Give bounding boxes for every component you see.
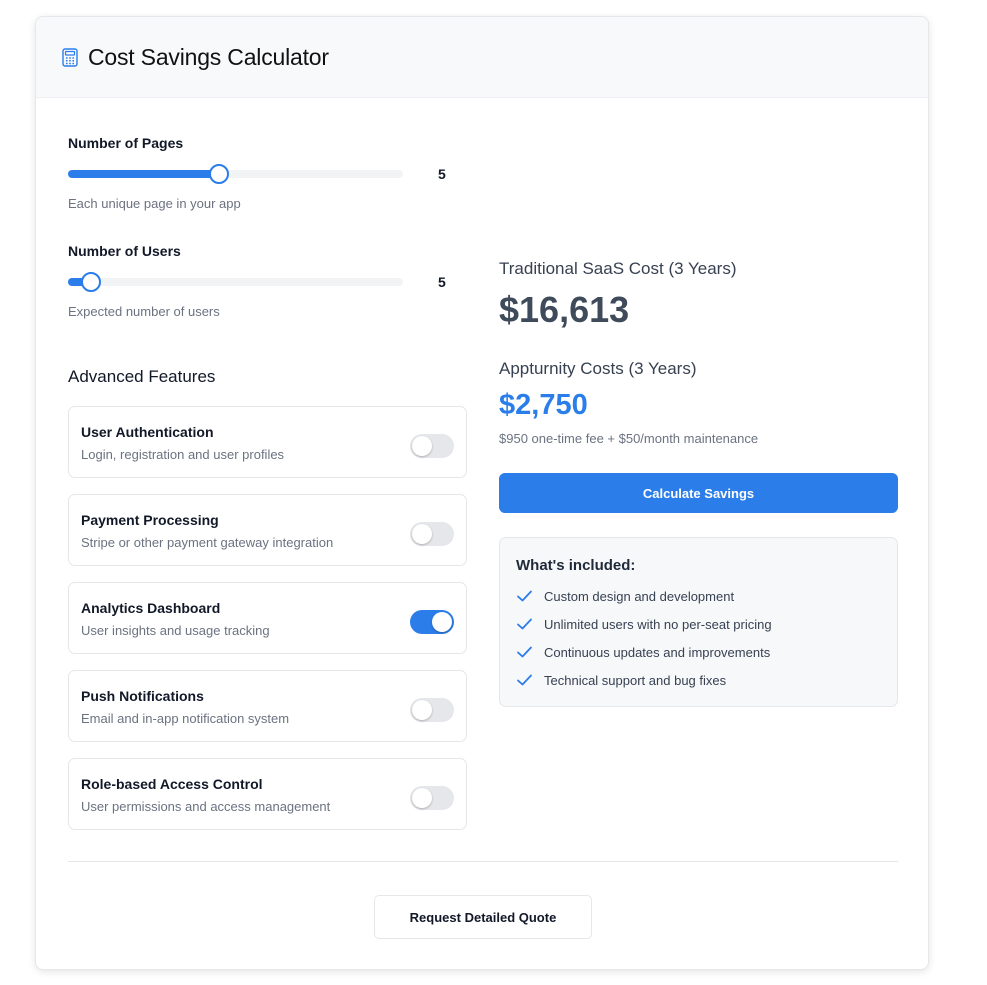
users-slider-thumb[interactable] (81, 272, 102, 292)
feature-description: Stripe or other payment gateway integrat… (81, 535, 334, 550)
feature-analytics-dashboard: Analytics Dashboard User insights and us… (68, 582, 467, 654)
included-title: What's included: (516, 557, 636, 574)
role-based-access-control-toggle[interactable] (410, 786, 454, 810)
included-item-text: Continuous updates and improvements (544, 644, 771, 660)
included-item-text: Technical support and bug fixes (544, 672, 727, 688)
feature-name: Push Notifications (81, 688, 204, 704)
users-slider-label: Number of Users (68, 243, 181, 259)
toggle-knob (412, 700, 432, 720)
feature-description: Email and in-app notification system (81, 711, 290, 726)
feature-push-notifications: Push Notifications Email and in-app noti… (68, 670, 467, 742)
payment-processing-toggle[interactable] (410, 522, 454, 546)
users-slider-value: 5 (438, 274, 446, 290)
pages-slider-value: 5 (438, 166, 446, 182)
push-notifications-toggle[interactable] (410, 698, 454, 722)
traditional-cost-value: $16,613 (499, 289, 630, 330)
calculator-icon (62, 48, 78, 67)
feature-name: Analytics Dashboard (81, 600, 221, 616)
toggle-knob (412, 788, 432, 808)
pages-slider-help: Each unique page in your app (68, 196, 241, 211)
appturnity-cost-value: $2,750 (499, 389, 588, 421)
included-item-text: Custom design and development (544, 588, 735, 604)
advanced-features-title: Advanced Features (68, 367, 216, 386)
page-title: Cost Savings Calculator (88, 44, 329, 70)
check-icon (517, 674, 532, 686)
list-item: Unlimited users with no per-seat pricing (516, 615, 772, 633)
card-header: Cost Savings Calculator (36, 17, 928, 98)
included-item-text: Unlimited users with no per-seat pricing (544, 616, 772, 632)
feature-name: Role-based Access Control (81, 776, 263, 792)
analytics-dashboard-toggle[interactable] (410, 610, 454, 634)
user-authentication-toggle[interactable] (410, 434, 454, 458)
calculate-savings-button[interactable]: Calculate Savings (499, 473, 898, 513)
check-icon (517, 618, 532, 630)
users-slider[interactable] (68, 272, 403, 292)
feature-description: User permissions and access management (81, 799, 331, 814)
feature-name: Payment Processing (81, 512, 219, 528)
appturnity-cost-label: Appturnity Costs (3 Years) (499, 359, 697, 378)
feature-description: User insights and usage tracking (81, 623, 270, 638)
feature-name: User Authentication (81, 424, 214, 440)
check-icon (517, 590, 532, 602)
users-slider-help: Expected number of users (68, 304, 220, 319)
list-item: Continuous updates and improvements (516, 643, 770, 661)
whats-included-panel: What's included: Custom design and devel… (499, 537, 898, 707)
cost-calculator-card: Cost Savings Calculator Number of Pages … (35, 16, 929, 970)
appturnity-cost-note: $950 one-time fee + $50/month maintenanc… (499, 431, 759, 446)
list-item: Technical support and bug fixes (516, 671, 726, 689)
footer-divider (68, 861, 898, 862)
pages-slider-thumb[interactable] (208, 164, 229, 184)
feature-role-based-access-control: Role-based Access Control User permissio… (68, 758, 467, 830)
traditional-cost-label: Traditional SaaS Cost (3 Years) (499, 259, 737, 278)
feature-description: Login, registration and user profiles (81, 447, 285, 462)
toggle-knob (432, 612, 452, 632)
feature-payment-processing: Payment Processing Stripe or other payme… (68, 494, 467, 566)
toggle-knob (412, 436, 432, 456)
pages-slider-fill (68, 170, 219, 178)
list-item: Custom design and development (516, 587, 734, 605)
toggle-knob (412, 524, 432, 544)
pages-slider[interactable] (68, 164, 403, 184)
check-icon (517, 646, 532, 658)
feature-user-authentication: User Authentication Login, registration … (68, 406, 467, 478)
pages-slider-label: Number of Pages (68, 135, 184, 151)
request-quote-button[interactable]: Request Detailed Quote (374, 895, 592, 939)
